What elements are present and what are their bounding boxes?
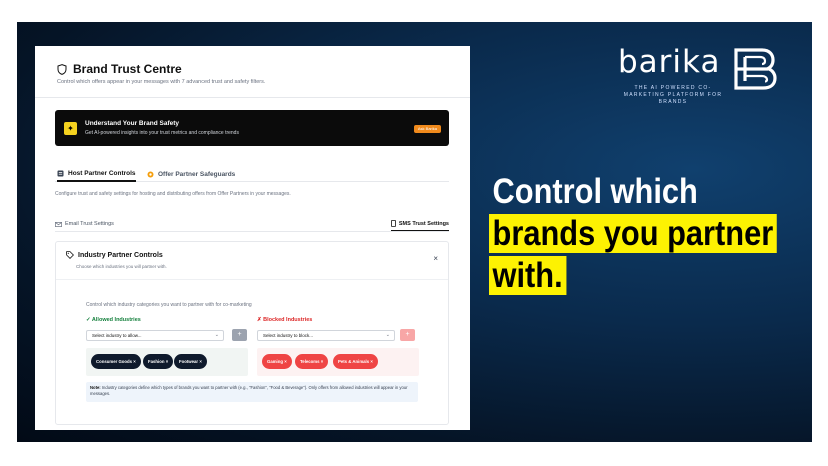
page-subtitle: Control which offers appear in your mess… [57,79,266,85]
partner-tabs: Host Partner Controls Offer Partner Safe… [55,162,449,182]
chip-label: Fashion [148,359,165,364]
blocked-industries-label: ✗ Blocked Industries [257,317,313,323]
page-title-text: Brand Trust Centre [73,62,182,76]
subtab-label: Email Trust Settings [65,221,114,227]
industry-note: Note: Industry categories define which t… [86,382,418,402]
tab-offer-partner-safeguards[interactable]: Offer Partner Safeguards [147,166,235,182]
brand-name: barika [618,44,721,80]
tab-email-trust-settings[interactable]: Email Trust Settings [55,217,114,231]
barika-logo: barika THE AI POWERED CO-MARKETING PLATF… [618,44,778,114]
allowed-chip-fashion[interactable]: Fashion × [143,354,174,369]
allowed-chip-footwear[interactable]: Footwear × [174,354,207,369]
headline-line-2: brands you partner [489,214,777,253]
email-icon [55,221,62,227]
remove-icon[interactable]: × [166,359,169,364]
tab-host-partner-controls[interactable]: Host Partner Controls [57,166,136,182]
blocked-industries-list: Gaming × Telecoms × Pets & Animals × [257,348,419,376]
blocked-chip-telecoms[interactable]: Telecoms × [295,354,329,369]
promo-background: Brand Trust Centre Control which offers … [17,22,812,442]
card-subtitle: Choose which industries you will partner… [76,264,167,269]
remove-icon[interactable]: × [133,359,136,364]
headline-line-3: with. [489,256,567,295]
chip-label: Consumer Goods [96,359,133,364]
allowed-industries-label: ✓ Allowed Industries [86,317,141,323]
banner-title: Understand Your Brand Safety [85,120,180,127]
remove-icon[interactable]: × [321,359,324,364]
insights-banner: ✦ Understand Your Brand Safety Get AI-po… [55,110,449,146]
tab-description: Configure trust and safety settings for … [55,191,291,197]
allowed-industries-list: Consumer Goods × Fashion × Footwear × [86,348,248,376]
chevron-down-icon: ⌄ [385,332,390,338]
chip-label: Pets & Animals [338,359,370,364]
shield-icon [57,63,67,75]
allowed-chip-consumer-goods[interactable]: Consumer Goods × [91,354,141,369]
brand-tagline: THE AI POWERED CO-MARKETING PLATFORM FOR… [623,85,723,105]
chip-label: Telecoms [300,359,320,364]
industry-partner-controls-card: Industry Partner Controls Choose which i… [55,241,449,425]
tab-sms-trust-settings[interactable]: SMS Trust Settings [390,217,449,231]
headline-line-1: Control which [492,172,698,211]
chevron-down-icon: ⌄ [214,332,219,338]
remove-icon[interactable]: × [370,359,373,364]
tab-label: Offer Partner Safeguards [158,170,236,178]
ask-barika-button[interactable]: Ask Barika [413,125,441,133]
blocked-chip-gaming[interactable]: Gaming × [262,354,292,369]
headline: Control which brands you partner with. [489,172,809,295]
tag-icon [66,251,74,259]
add-allowed-industry-button[interactable]: + [232,329,247,341]
add-blocked-industry-button[interactable]: + [400,329,415,341]
tab-label: Host Partner Controls [68,169,136,177]
barika-b-logo-icon [734,48,777,90]
remove-icon[interactable]: × [199,359,202,364]
allow-industry-select[interactable]: Select industry to allow... ⌄ [86,330,224,341]
card-title-text: Industry Partner Controls [78,251,163,259]
note-text: Industry categories define which types o… [90,385,408,396]
brand-trust-panel: Brand Trust Centre Control which offers … [35,46,470,430]
block-select-value: Select industry to block... [263,333,314,338]
close-icon[interactable]: × [433,254,438,263]
remove-icon[interactable]: × [284,359,287,364]
sparkle-icon: ✦ [64,122,77,135]
banner-subtitle: Get AI-powered insights into your trust … [85,130,239,136]
card-header: Industry Partner Controls Choose which i… [56,242,448,280]
page-title: Brand Trust Centre [57,62,182,76]
controls-description: Control which industry categories you wa… [86,302,252,308]
sms-icon [390,220,396,227]
note-label: Note: [90,385,101,390]
block-industry-select[interactable]: Select industry to block... ⌄ [257,330,395,341]
chip-label: Footwear [179,359,199,364]
panel-header: Brand Trust Centre Control which offers … [35,46,470,98]
subtab-label: SMS Trust Settings [398,220,449,227]
host-icon [57,170,64,176]
chip-label: Gaming [267,359,283,364]
offer-icon [147,171,154,177]
allow-select-value: Select industry to allow... [92,333,142,338]
card-title: Industry Partner Controls [66,251,163,259]
channel-tabs: Email Trust Settings SMS Trust Settings [55,214,449,232]
blocked-chip-pets-animals[interactable]: Pets & Animals × [333,354,378,369]
